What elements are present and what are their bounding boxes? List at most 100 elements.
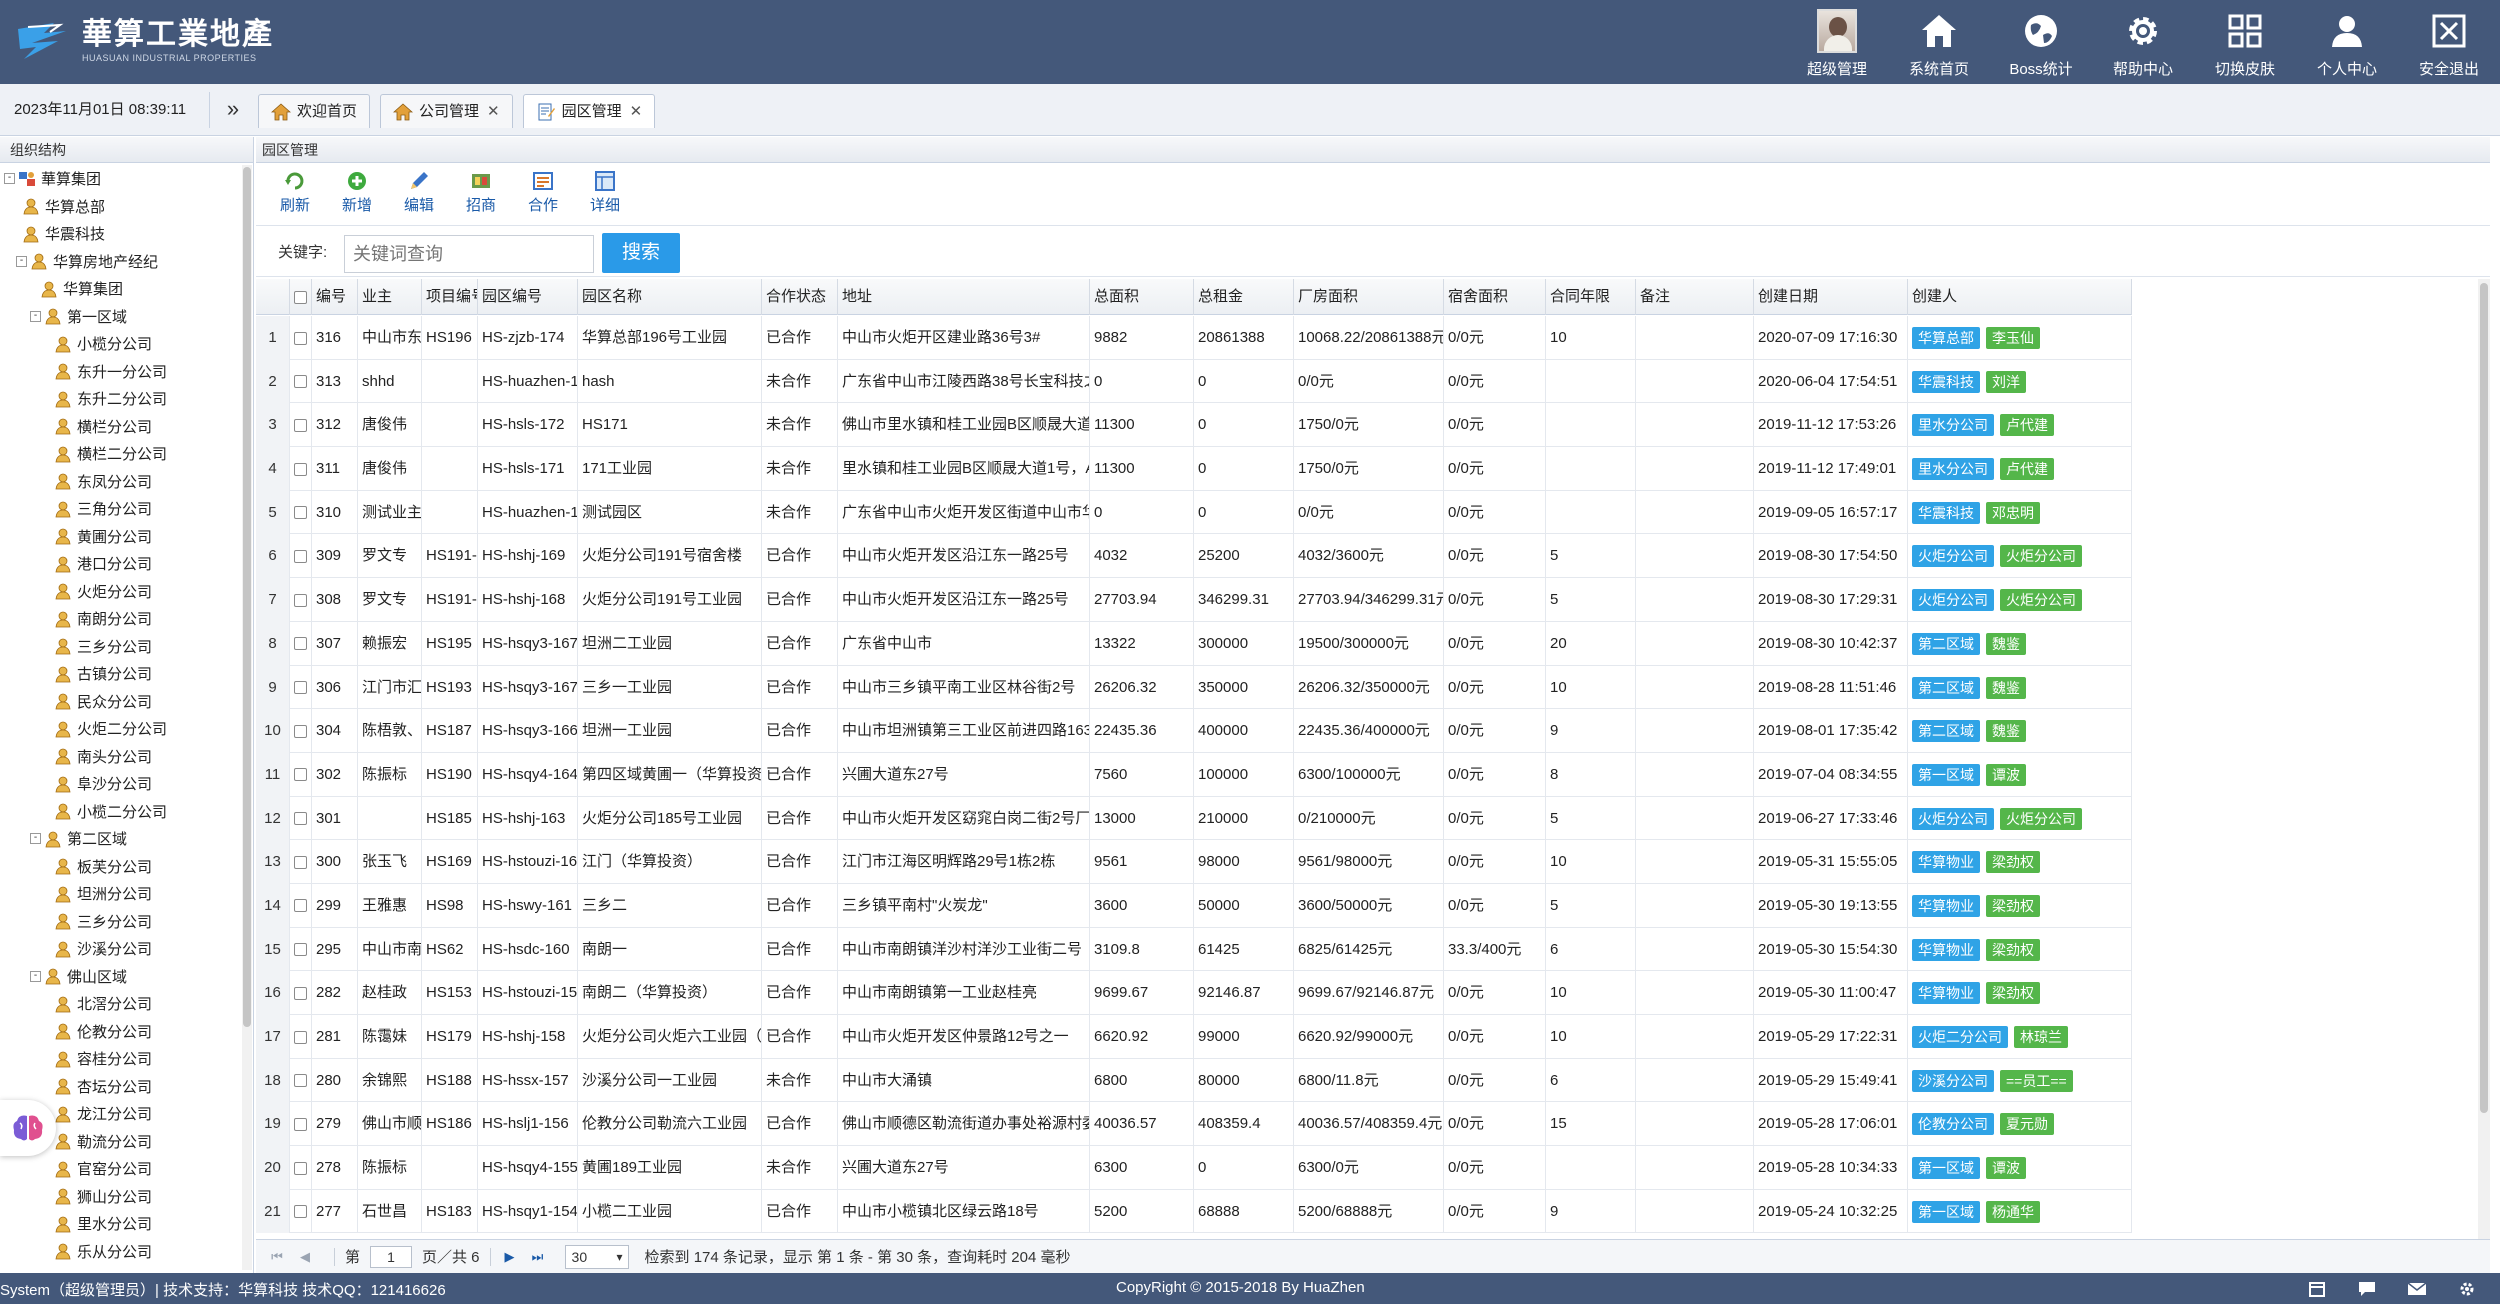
tree-node[interactable]: 民众分公司 — [0, 688, 240, 716]
close-icon[interactable]: ✕ — [487, 96, 500, 128]
nav-system-home[interactable]: 系统首页 — [1888, 0, 1990, 84]
table-row[interactable]: 2 313 shhd HS-huazhen-1 hash 未合作 广东省中山市江陵西路38号… — [256, 359, 2132, 404]
row-checkbox[interactable] — [294, 375, 307, 389]
tree-node[interactable]: 横栏二分公司 — [0, 440, 240, 468]
table-row[interactable]: 15 295 中山市南 HS62 HS-hsdc-160 南朗一 已合作 中山市南朗镇洋沙村洋… — [256, 927, 2132, 972]
close-icon[interactable]: ✕ — [630, 96, 643, 128]
keyword-input[interactable] — [344, 235, 594, 273]
first-page-button[interactable]: ⏮ — [268, 1248, 286, 1266]
row-checkbox-cell[interactable] — [290, 359, 312, 404]
row-checkbox-cell[interactable] — [290, 534, 312, 579]
tree-node[interactable]: - 第二区域 — [0, 825, 240, 853]
table-row[interactable]: 16 282 赵桂政 HS153 HS-hstouzi-15 南朗二（华算投资） 已合作 中山… — [256, 971, 2132, 1015]
tab-park-management[interactable]: 园区管理 ✕ — [522, 94, 656, 128]
nav-super-admin[interactable]: 超级管理 — [1786, 0, 1888, 84]
row-checkbox-cell[interactable] — [290, 927, 312, 972]
row-checkbox[interactable] — [294, 1205, 307, 1219]
row-checkbox[interactable] — [294, 943, 307, 957]
next-page-button[interactable]: ▶ — [501, 1248, 519, 1266]
tree-node[interactable]: 横栏分公司 — [0, 413, 240, 441]
row-checkbox-cell[interactable] — [290, 840, 312, 884]
table-row[interactable]: 20 278 陈振标 HS-hsqy4-155 黄圃189工业园 未合作 兴圃大道东27号 6… — [256, 1146, 2132, 1190]
tree-node[interactable]: 小榄二分公司 — [0, 798, 240, 826]
row-checkbox[interactable] — [294, 812, 307, 826]
row-checkbox[interactable] — [294, 1074, 307, 1088]
nav-switch-skin[interactable]: 切换皮肤 — [2194, 0, 2296, 84]
tree-node[interactable]: 里水分公司 — [0, 1210, 240, 1238]
tree-node[interactable]: - 第一区域 — [0, 303, 240, 331]
tree-node[interactable]: 狮山分公司 — [0, 1183, 240, 1211]
calendar-icon[interactable] — [2292, 1277, 2342, 1301]
row-checkbox[interactable] — [294, 506, 307, 520]
mail-icon[interactable] — [2392, 1277, 2442, 1301]
tree-node[interactable]: - 華算集团 — [0, 165, 240, 193]
tree-node[interactable]: 华震科技 — [0, 220, 240, 248]
table-row[interactable]: 10 304 陈梧敦、 HS187 HS-hsqy3-166 坦洲一工业园 已合作 中山市坦洲… — [256, 709, 2132, 753]
row-checkbox[interactable] — [294, 899, 307, 913]
row-checkbox[interactable] — [294, 1117, 307, 1131]
tree-node[interactable]: 阜沙分公司 — [0, 770, 240, 798]
tree-node[interactable]: 三角分公司 — [0, 495, 240, 523]
table-row[interactable]: 4 311 唐俊伟 HS-hsls-171 171工业园 未合作 里水镇和桂工业园B区顺晟大… — [256, 447, 2132, 491]
table-row[interactable]: 21 277 石世昌 HS183 HS-hsqy1-154 小榄二工业园 已合作 中山市小榄镇… — [256, 1189, 2132, 1234]
prev-page-button[interactable]: ◀ — [296, 1248, 314, 1266]
tree-toggle-icon[interactable]: - — [16, 255, 27, 267]
table-row[interactable]: 11 302 陈振标 HS190 HS-hsqy4-164 第四区域黄圃一（华算投资） 已合… — [256, 752, 2132, 797]
row-checkbox[interactable] — [294, 855, 307, 869]
row-checkbox[interactable] — [294, 462, 307, 476]
row-checkbox[interactable] — [294, 681, 307, 695]
table-row[interactable]: 1 316 中山市东 HS196 HS-zjzb-174 华算总部196号工业园 已合作 中山… — [256, 316, 2132, 360]
tree-node[interactable]: 杏坛分公司 — [0, 1073, 240, 1101]
table-row[interactable]: 7 308罗文专HS191-1HS-hshj-168火炬分公司191号工业园已合作… — [256, 578, 2132, 622]
tree-node[interactable]: 伦教分公司 — [0, 1018, 240, 1046]
tree-node[interactable]: 三乡分公司 — [0, 908, 240, 936]
row-checkbox-cell[interactable] — [290, 621, 312, 666]
select-all-checkbox[interactable] — [294, 290, 307, 304]
table-row[interactable]: 3 312 唐俊伟 HS-hsls-172 HS171 未合作 佛山市里水镇和桂工业园B区顺… — [256, 403, 2132, 448]
page-number-input[interactable]: 1 — [370, 1245, 413, 1268]
row-checkbox[interactable] — [294, 724, 307, 738]
tree-node[interactable]: 华算集团 — [0, 275, 240, 303]
row-checkbox[interactable] — [294, 1161, 307, 1175]
row-checkbox-cell[interactable] — [290, 752, 312, 797]
tree-node[interactable]: 容桂分公司 — [0, 1045, 240, 1073]
table-row[interactable]: 14 299 王雅惠 HS98 HS-hswy-161 三乡二 已合作 三乡镇平南村"火炭龙"… — [256, 883, 2132, 928]
row-checkbox-cell[interactable] — [290, 665, 312, 710]
sidebar-scrollbar[interactable] — [242, 165, 252, 1270]
row-checkbox-cell[interactable] — [290, 796, 312, 841]
tree-node[interactable]: 南朗分公司 — [0, 605, 240, 633]
tree-node[interactable]: 火炬二分公司 — [0, 715, 240, 743]
tree-node[interactable]: 沙溪分公司 — [0, 935, 240, 963]
tree-node[interactable]: 火炬分公司 — [0, 578, 240, 606]
table-row[interactable]: 9 306 江门市汇 HS193 HS-hsqy3-167 三乡一工业园 已合作 中山市三乡镇… — [256, 665, 2132, 710]
row-checkbox-cell[interactable] — [290, 447, 312, 491]
settings-icon[interactable] — [2442, 1277, 2492, 1301]
row-checkbox[interactable] — [294, 593, 307, 607]
tree-node[interactable]: - 华算房地产经纪 — [0, 248, 240, 276]
page-size-select[interactable]: 30 — [564, 1244, 629, 1269]
add-button[interactable]: 新增 — [326, 165, 388, 219]
collapse-sidebar-button[interactable]: » — [216, 92, 250, 128]
tab-welcome[interactable]: 欢迎首页 — [258, 94, 371, 128]
row-checkbox[interactable] — [294, 418, 307, 432]
table-row[interactable]: 8 307 赖振宏 HS195 HS-hsqy3-167 坦洲二工业园 已合作 广东省中山市 1… — [256, 621, 2132, 666]
invest-button[interactable]: 招商 — [450, 165, 512, 219]
table-row[interactable]: 18 280 余锦熙 HS188 HS-hssx-157 沙溪分公司一工业园 未合作 中山市大… — [256, 1058, 2132, 1103]
tree-node[interactable]: 板芙分公司 — [0, 853, 240, 881]
app-logo[interactable]: 華算工業地產 HUASUAN INDUSTRIAL PROPERTIES — [14, 10, 274, 72]
tree-node[interactable]: 乐从分公司 — [0, 1238, 240, 1266]
tree-node[interactable]: 小榄分公司 — [0, 330, 240, 358]
tree-node[interactable]: 南头分公司 — [0, 743, 240, 771]
tree-node[interactable]: 东升二分公司 — [0, 385, 240, 413]
row-checkbox-cell[interactable] — [290, 1015, 312, 1059]
table-row[interactable]: 12 301 HS185 HS-hshj-163 火炬分公司185号工业园 已合作 中山市火… — [256, 796, 2132, 841]
tree-node[interactable]: 坦洲分公司 — [0, 880, 240, 908]
row-checkbox-cell[interactable] — [290, 578, 312, 622]
tree-node[interactable]: 黄圃分公司 — [0, 523, 240, 551]
select-all-checkbox-cell[interactable] — [290, 279, 312, 315]
tree-node[interactable]: 东凤分公司 — [0, 468, 240, 496]
row-checkbox-cell[interactable] — [290, 709, 312, 753]
row-checkbox-cell[interactable] — [290, 1146, 312, 1190]
floating-assistant-button[interactable] — [0, 1100, 56, 1156]
table-scrollbar[interactable] — [2478, 279, 2490, 1239]
